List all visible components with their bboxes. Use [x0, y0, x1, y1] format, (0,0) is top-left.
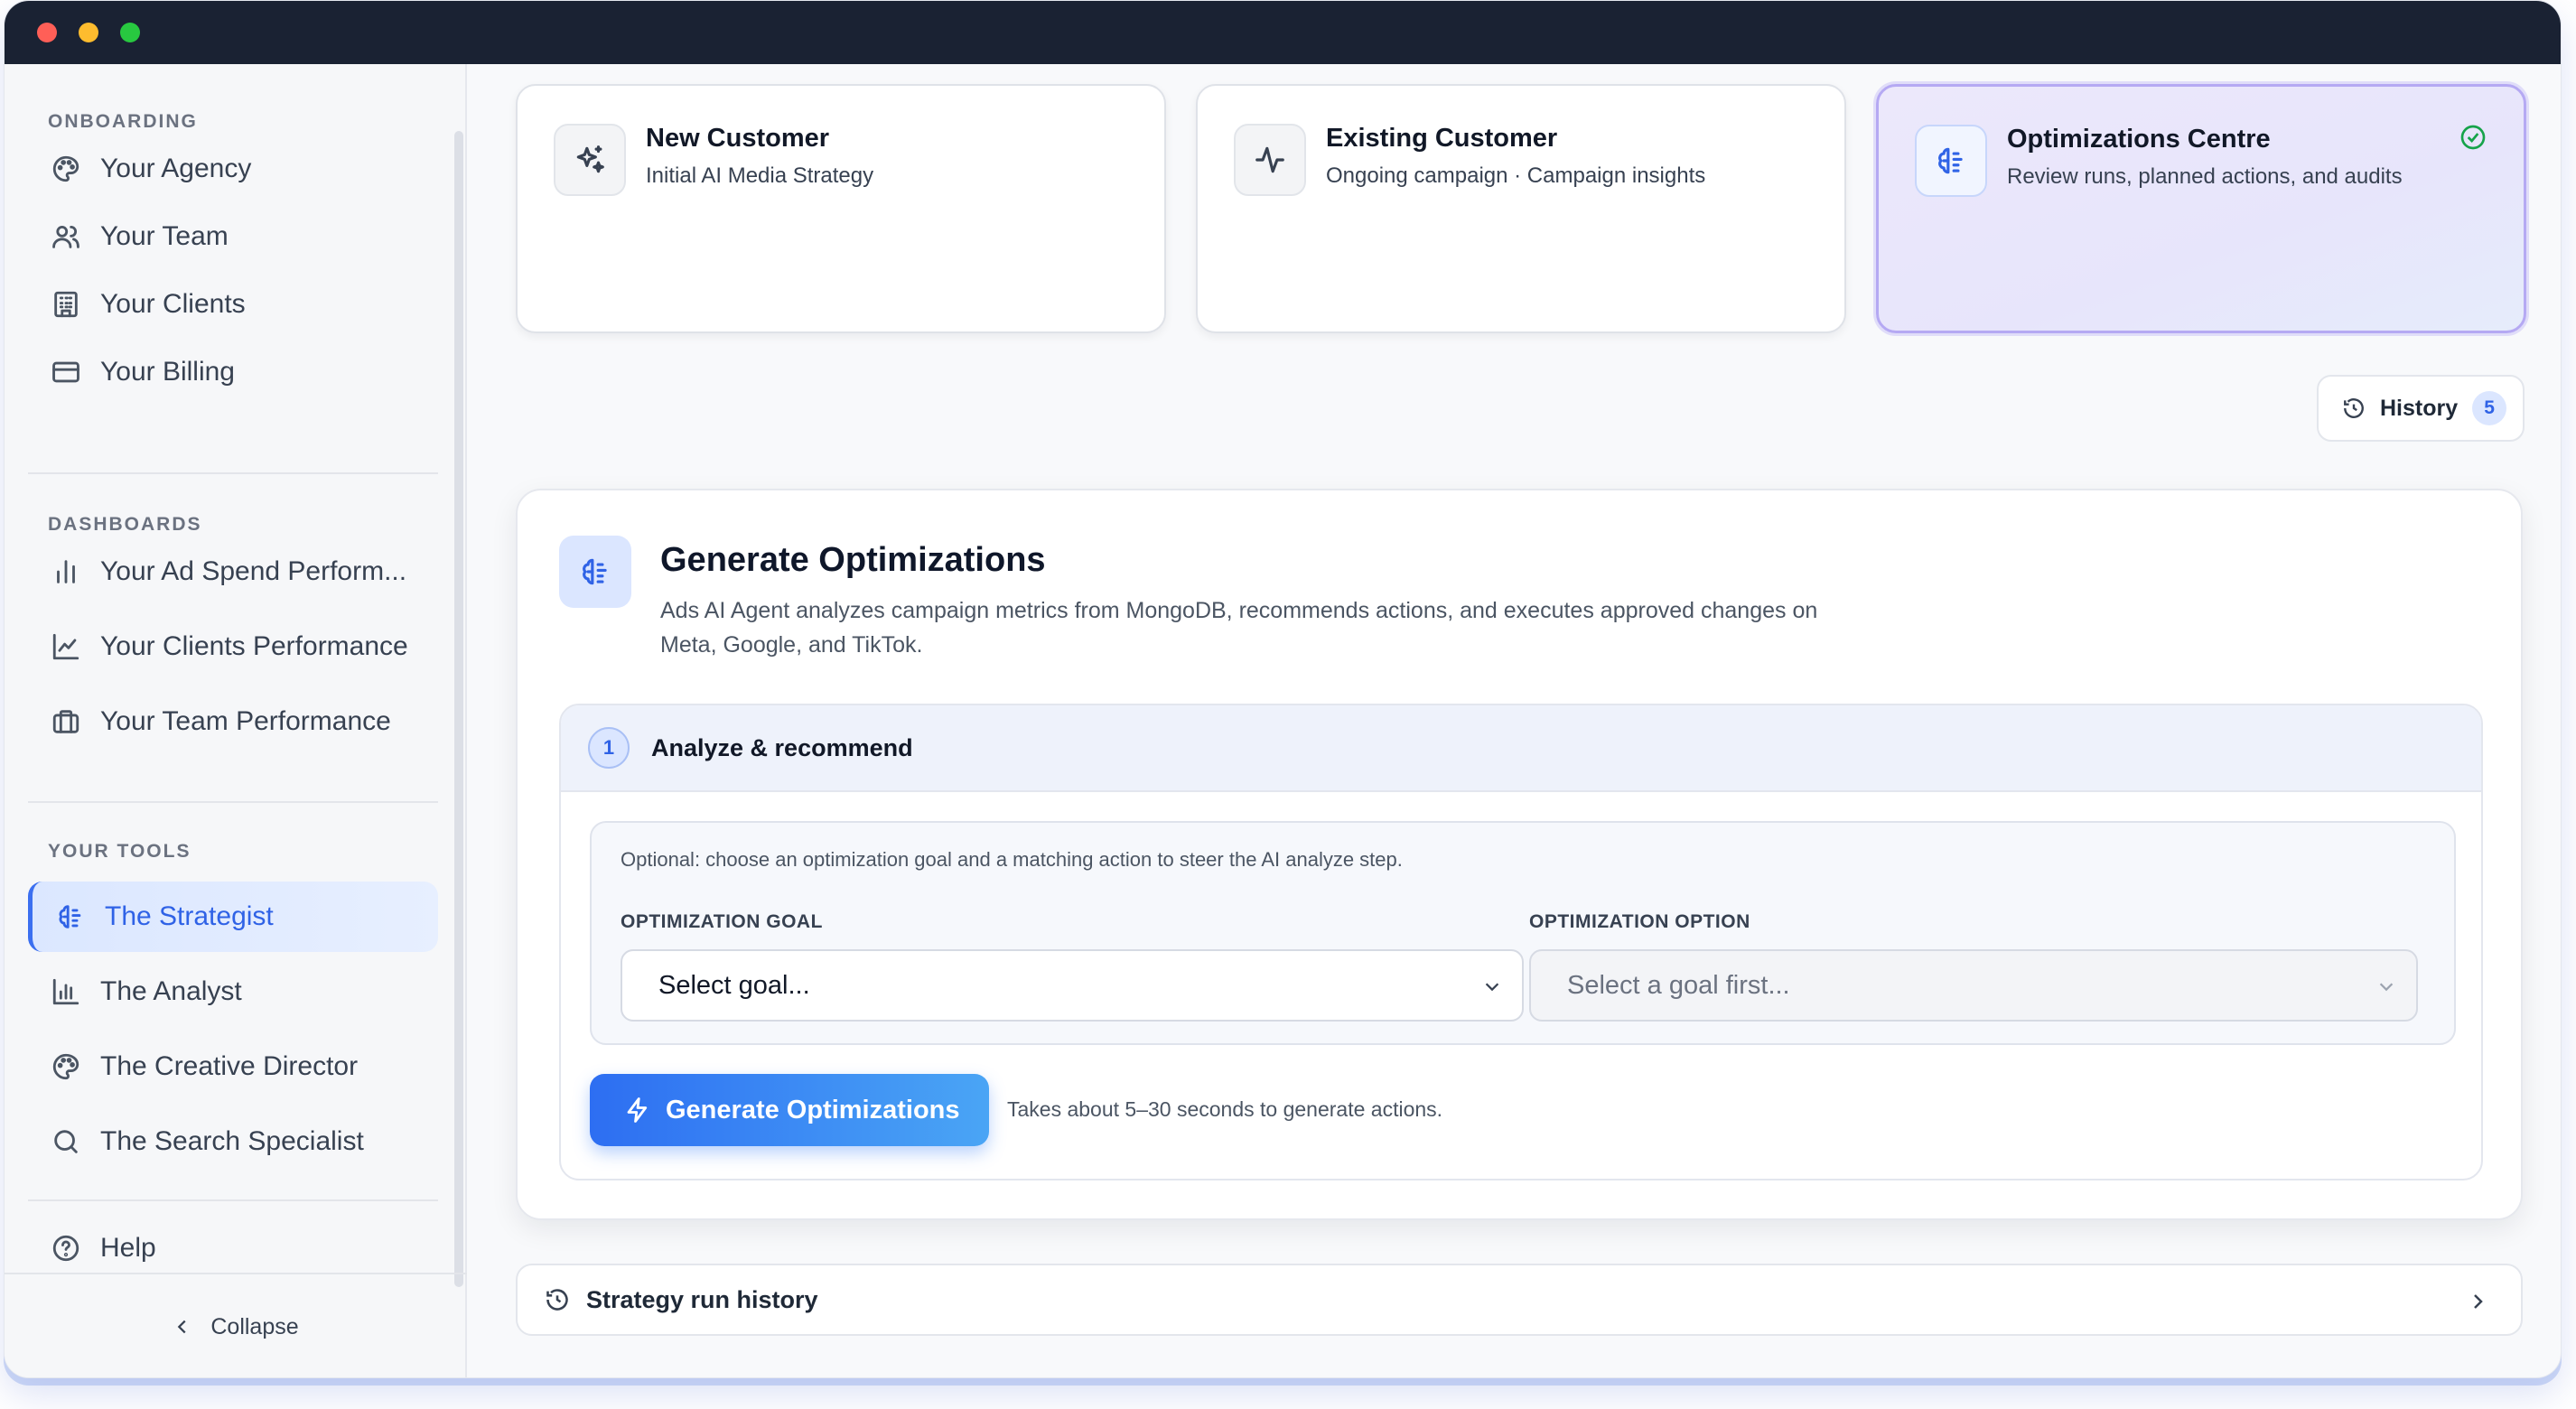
sidebar-divider [28, 1199, 438, 1201]
sidebar-item-the-creative-director[interactable]: The Creative Director [28, 1031, 438, 1102]
sidebar-item-label: Your Team Performance [100, 706, 391, 736]
card-new-customer[interactable]: New Customer Initial AI Media Strategy [516, 84, 1166, 333]
sidebar-item-the-analyst[interactable]: The Analyst [28, 956, 438, 1027]
sidebar-item-label: Your Billing [100, 357, 235, 387]
card-title: Existing Customer [1326, 124, 1558, 153]
main-content: New Customer Initial AI Media Strategy E… [469, 64, 2561, 1377]
sidebar-item-label: Help [100, 1233, 156, 1263]
history-icon [2344, 398, 2364, 418]
generate-button-label: Generate Optimizations [666, 1095, 960, 1124]
sidebar-item-your-agency[interactable]: Your Agency [28, 134, 438, 204]
sidebar-item-the-strategist[interactable]: The Strategist [28, 882, 438, 952]
chevron-right-icon [2467, 1291, 2488, 1312]
sidebar-item-team-performance[interactable]: Your Team Performance [28, 686, 438, 757]
history-button[interactable]: History 5 [2317, 375, 2525, 442]
generate-time-note: Takes about 5–30 seconds to generate act… [1007, 1097, 1443, 1121]
chevron-down-icon [1482, 976, 1502, 996]
sidebar-item-label: Your Clients Performance [100, 631, 408, 661]
optimization-options-box: Optional: choose an optimization goal an… [590, 821, 2456, 1045]
generate-optimizations-panel: Generate Optimizations Ads AI Agent anal… [516, 489, 2523, 1220]
check-circle-icon [2459, 123, 2487, 152]
card-subtitle: Initial AI Media Strategy [646, 163, 874, 188]
sidebar-item-label: Your Agency [100, 154, 252, 183]
sidebar: ONBOARDING Your Agency Your Team Your Cl… [5, 64, 467, 1377]
sidebar-scrollbar[interactable] [454, 131, 463, 1287]
history-label: History [2380, 395, 2459, 421]
briefcase-icon [48, 704, 84, 740]
sidebar-divider [28, 472, 438, 474]
palette-icon [48, 151, 84, 187]
sidebar-item-label: The Analyst [100, 976, 242, 1006]
minimize-window-button[interactable] [79, 23, 98, 42]
sidebar-item-label: Your Team [100, 221, 229, 251]
sidebar-item-ad-spend-performance[interactable]: Your Ad Spend Perform... [28, 537, 438, 607]
options-hint: Optional: choose an optimization goal an… [621, 848, 1403, 871]
step-analyze-recommend: 1 Analyze & recommend Optional: choose a… [559, 704, 2483, 1180]
sidebar-item-the-search-specialist[interactable]: The Search Specialist [28, 1106, 438, 1177]
sparkles-icon [554, 124, 626, 196]
title-bar [5, 1, 2561, 64]
step-title: Analyze & recommend [651, 733, 913, 761]
card-subtitle: Ongoing campaign · Campaign insights [1326, 163, 1706, 188]
users-icon [48, 219, 84, 255]
collapse-label: Collapse [210, 1313, 299, 1339]
bar-chart-icon [48, 554, 84, 590]
help-circle-icon [48, 1230, 84, 1266]
step-number-badge: 1 [588, 727, 630, 769]
card-subtitle: Review runs, planned actions, and audits [2007, 164, 2403, 189]
section-label-onboarding: ONBOARDING [48, 111, 198, 132]
card-title: New Customer [646, 124, 830, 153]
optimization-goal-select[interactable]: Select goal... [621, 949, 1524, 1022]
sidebar-item-label: Your Clients [100, 289, 246, 319]
sidebar-item-label: Your Ad Spend Perform... [100, 556, 407, 586]
bar-chart-icon [48, 974, 84, 1010]
brain-icon [559, 536, 631, 608]
sidebar-item-clients-performance[interactable]: Your Clients Performance [28, 611, 438, 682]
section-label-your-tools: YOUR TOOLS [48, 841, 191, 862]
close-window-button[interactable] [37, 23, 57, 42]
optimization-goal-label: OPTIMIZATION GOAL [621, 911, 823, 932]
optimization-option-select[interactable]: Select a goal first... [1529, 949, 2418, 1022]
generate-optimizations-button[interactable]: Generate Optimizations [590, 1074, 989, 1146]
goal-select-value: Select goal... [658, 970, 810, 1000]
search-icon [48, 1124, 84, 1160]
sidebar-item-your-billing[interactable]: Your Billing [28, 337, 438, 407]
panel-description: Ads AI Agent analyzes campaign metrics f… [660, 598, 1818, 658]
run-history-label: Strategy run history [586, 1285, 818, 1313]
credit-card-icon [48, 354, 84, 390]
step-header: 1 Analyze & recommend [561, 705, 2481, 792]
card-existing-customer[interactable]: Existing Customer Ongoing campaign · Cam… [1196, 84, 1846, 333]
maximize-window-button[interactable] [120, 23, 140, 42]
sidebar-item-help[interactable]: Help [28, 1223, 438, 1274]
collapse-button[interactable]: Collapse [5, 1273, 467, 1377]
brain-icon [1915, 125, 1987, 197]
history-icon [545, 1287, 570, 1312]
sidebar-item-label: The Search Specialist [100, 1126, 364, 1156]
history-count-badge: 5 [2472, 391, 2507, 425]
lightning-icon [627, 1097, 648, 1123]
strategy-run-history-row[interactable]: Strategy run history [516, 1264, 2523, 1336]
app-window: ONBOARDING Your Agency Your Team Your Cl… [4, 0, 2562, 1378]
palette-icon [48, 1049, 84, 1085]
sidebar-item-your-team[interactable]: Your Team [28, 201, 438, 272]
sidebar-item-your-clients[interactable]: Your Clients [28, 269, 438, 340]
chevron-down-icon [2376, 976, 2396, 996]
section-label-dashboards: DASHBOARDS [48, 514, 202, 535]
sidebar-item-label: The Creative Director [100, 1051, 359, 1081]
panel-title: Generate Optimizations [660, 541, 1046, 579]
optimization-option-label: OPTIMIZATION OPTION [1529, 911, 1750, 932]
sidebar-item-label: The Strategist [105, 901, 274, 931]
card-title: Optimizations Centre [2007, 125, 2271, 154]
sidebar-divider [28, 801, 438, 803]
chevron-left-icon [178, 1320, 186, 1334]
card-optimizations-centre[interactable]: Optimizations Centre Review runs, planne… [1876, 84, 2526, 333]
activity-icon [1234, 124, 1306, 196]
option-select-value: Select a goal first... [1567, 970, 1790, 1000]
building-icon [48, 286, 84, 322]
line-chart-icon [48, 629, 84, 665]
brain-icon [52, 899, 89, 935]
